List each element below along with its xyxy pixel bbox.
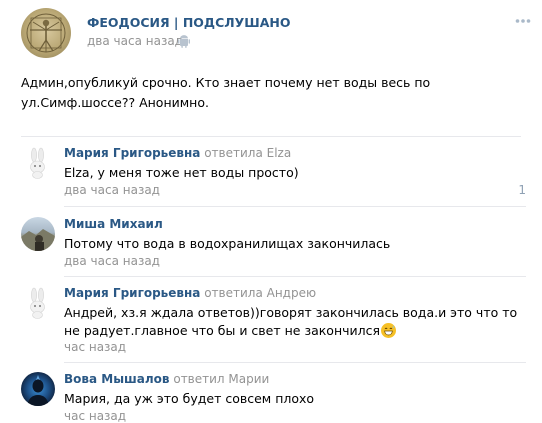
comment-avatar[interactable] xyxy=(21,286,55,320)
comment-author-link[interactable]: Вова Мышалов ответил Марии xyxy=(64,372,269,386)
comment-avatar[interactable] xyxy=(21,372,55,406)
comment-divider xyxy=(64,276,526,277)
vitruvian-man-icon xyxy=(26,13,66,53)
post-time[interactable]: два часа назад xyxy=(87,34,183,48)
bunny-avatar-icon xyxy=(30,147,45,179)
heart-icon xyxy=(503,186,515,196)
comment-avatar[interactable] xyxy=(21,146,55,180)
person-avatar-icon xyxy=(27,375,49,406)
group-avatar[interactable] xyxy=(21,8,71,58)
post-text: Админ,опубликуй срочно. Кто знает почему… xyxy=(21,75,431,110)
reply-to-label[interactable]: ответила Андрею xyxy=(200,286,316,300)
android-icon xyxy=(178,35,190,48)
like-count: 1 xyxy=(518,183,526,197)
comment-author-link[interactable]: Миша Михаил xyxy=(64,217,163,231)
like-button[interactable]: 1 xyxy=(503,183,526,197)
more-icon[interactable] xyxy=(515,18,531,24)
post-header: ФЕОДОСИЯ | ПОДСЛУШАНО два часа назад xyxy=(21,8,531,60)
comment-author-link[interactable]: Мария Григорьевна ответила Андрею xyxy=(64,286,316,300)
comment-time[interactable]: два часа назад xyxy=(64,254,160,268)
comment-text: Потому что вода в водохранилищах закончи… xyxy=(64,236,391,251)
comment-divider xyxy=(64,206,526,207)
comment-time[interactable]: час назад xyxy=(64,340,126,354)
comment-text: Андрей, хз.я ждала ответов))говорят зако… xyxy=(64,305,518,338)
reply-to-label[interactable]: ответил Марии xyxy=(170,372,269,386)
comment-time[interactable]: два часа назад xyxy=(64,183,160,197)
comment-author-link[interactable]: Мария Григорьевна ответила Elza xyxy=(64,146,291,160)
comment-time[interactable]: час назад xyxy=(64,409,126,423)
bunny-avatar-icon xyxy=(30,287,45,319)
comment-divider xyxy=(64,362,526,363)
landscape-avatar-icon xyxy=(21,229,55,251)
comment-text: Elza, у меня тоже нет воды просто) xyxy=(64,165,299,180)
group-name-link[interactable]: ФЕОДОСИЯ | ПОДСЛУШАНО xyxy=(87,15,290,30)
comments-divider xyxy=(21,136,521,137)
comment-avatar[interactable] xyxy=(21,217,55,251)
comment-text: Мария, да уж это будет совсем плохо xyxy=(64,391,315,406)
grinning-sweat-emoji-icon xyxy=(381,323,397,338)
reply-to-label[interactable]: ответила Elza xyxy=(200,146,291,160)
